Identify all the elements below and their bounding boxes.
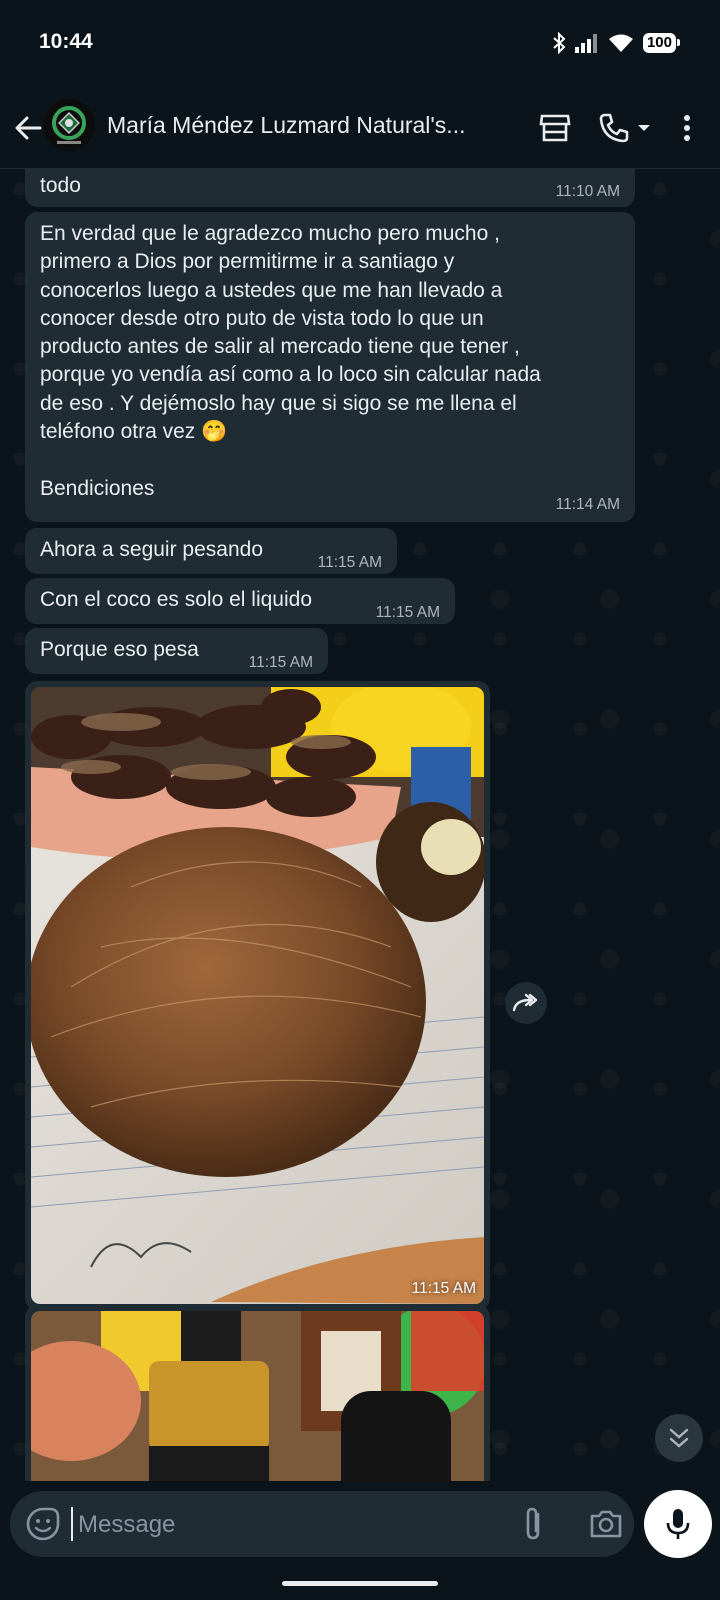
avatar[interactable] — [43, 99, 95, 151]
message-time: 11:15 AM — [248, 654, 313, 671]
attach-button[interactable] — [515, 1505, 553, 1543]
paperclip-icon — [526, 1507, 540, 1540]
emoji-button[interactable] — [24, 1505, 62, 1543]
more-options-button[interactable] — [670, 108, 704, 148]
message-time: 11:10 AM — [555, 183, 620, 200]
image-message[interactable]: 11:15 AM — [25, 681, 490, 1310]
chat-area[interactable]: todo 11:10 AM En verdad que le agradezco… — [0, 169, 720, 1481]
message-time: 11:15 AM — [317, 554, 382, 571]
call-button[interactable] — [592, 108, 658, 148]
message-input[interactable]: Message — [78, 1511, 175, 1539]
message-time: 11:15 AM — [375, 604, 440, 621]
status-bar: 10:44 100 — [0, 0, 720, 88]
camera-button[interactable] — [587, 1505, 625, 1543]
message-text: En verdad que le agradezco mucho pero mu… — [40, 222, 541, 500]
coconut-image — [31, 687, 484, 1304]
double-chevron-down-icon — [669, 1428, 689, 1448]
status-icons: 100 — [552, 30, 681, 56]
emoji-icon — [26, 1507, 60, 1541]
message-text: Con el coco es solo el liquido — [40, 588, 312, 611]
business-logo-icon — [43, 99, 95, 151]
bottles-photo[interactable] — [31, 1311, 484, 1481]
battery-indicator: 100 — [642, 33, 681, 53]
forward-button[interactable] — [505, 982, 547, 1024]
chat-header: María Méndez Luzmard Natural's... — [0, 88, 720, 169]
image-message[interactable] — [25, 1305, 490, 1481]
message-text: Porque eso pesa — [40, 638, 199, 661]
message-bubble[interactable]: Con el coco es solo el liquido 11:15 AM — [25, 578, 455, 624]
microphone-icon — [666, 1509, 690, 1539]
message-bubble[interactable]: Ahora a seguir pesando 11:15 AM — [25, 528, 397, 574]
message-bubble[interactable]: En verdad que le agradezco mucho pero mu… — [25, 212, 635, 522]
scroll-to-bottom-button[interactable] — [655, 1414, 703, 1462]
message-time: 11:14 AM — [555, 496, 620, 513]
status-time: 10:44 — [39, 30, 93, 53]
caret-down-icon — [638, 125, 650, 131]
bottles-image — [31, 1311, 484, 1481]
forward-icon — [512, 993, 538, 1012]
message-input-container[interactable]: Message — [10, 1491, 634, 1557]
catalog-button[interactable] — [533, 108, 577, 148]
message-bubble[interactable]: todo 11:10 AM — [25, 169, 635, 207]
message-text: Ahora a seguir pesando — [40, 538, 263, 561]
bluetooth-icon — [553, 32, 566, 54]
voice-message-button[interactable] — [644, 1490, 712, 1558]
text-caret — [71, 1507, 73, 1541]
phone-icon — [599, 113, 629, 143]
coconut-photo[interactable] — [31, 687, 484, 1304]
storefront-icon — [539, 114, 571, 142]
camera-icon — [590, 1510, 622, 1538]
message-text: todo — [40, 174, 81, 197]
message-bubble[interactable]: Porque eso pesa 11:15 AM — [25, 628, 328, 674]
wifi-icon — [608, 34, 633, 52]
composer: Message — [0, 1481, 720, 1600]
chat-title[interactable]: María Méndez Luzmard Natural's... — [107, 112, 507, 139]
more-vertical-icon — [684, 115, 690, 141]
gesture-nav-bar[interactable] — [282, 1581, 438, 1586]
signal-icon — [574, 34, 597, 53]
message-time: 11:15 AM — [411, 1280, 476, 1297]
